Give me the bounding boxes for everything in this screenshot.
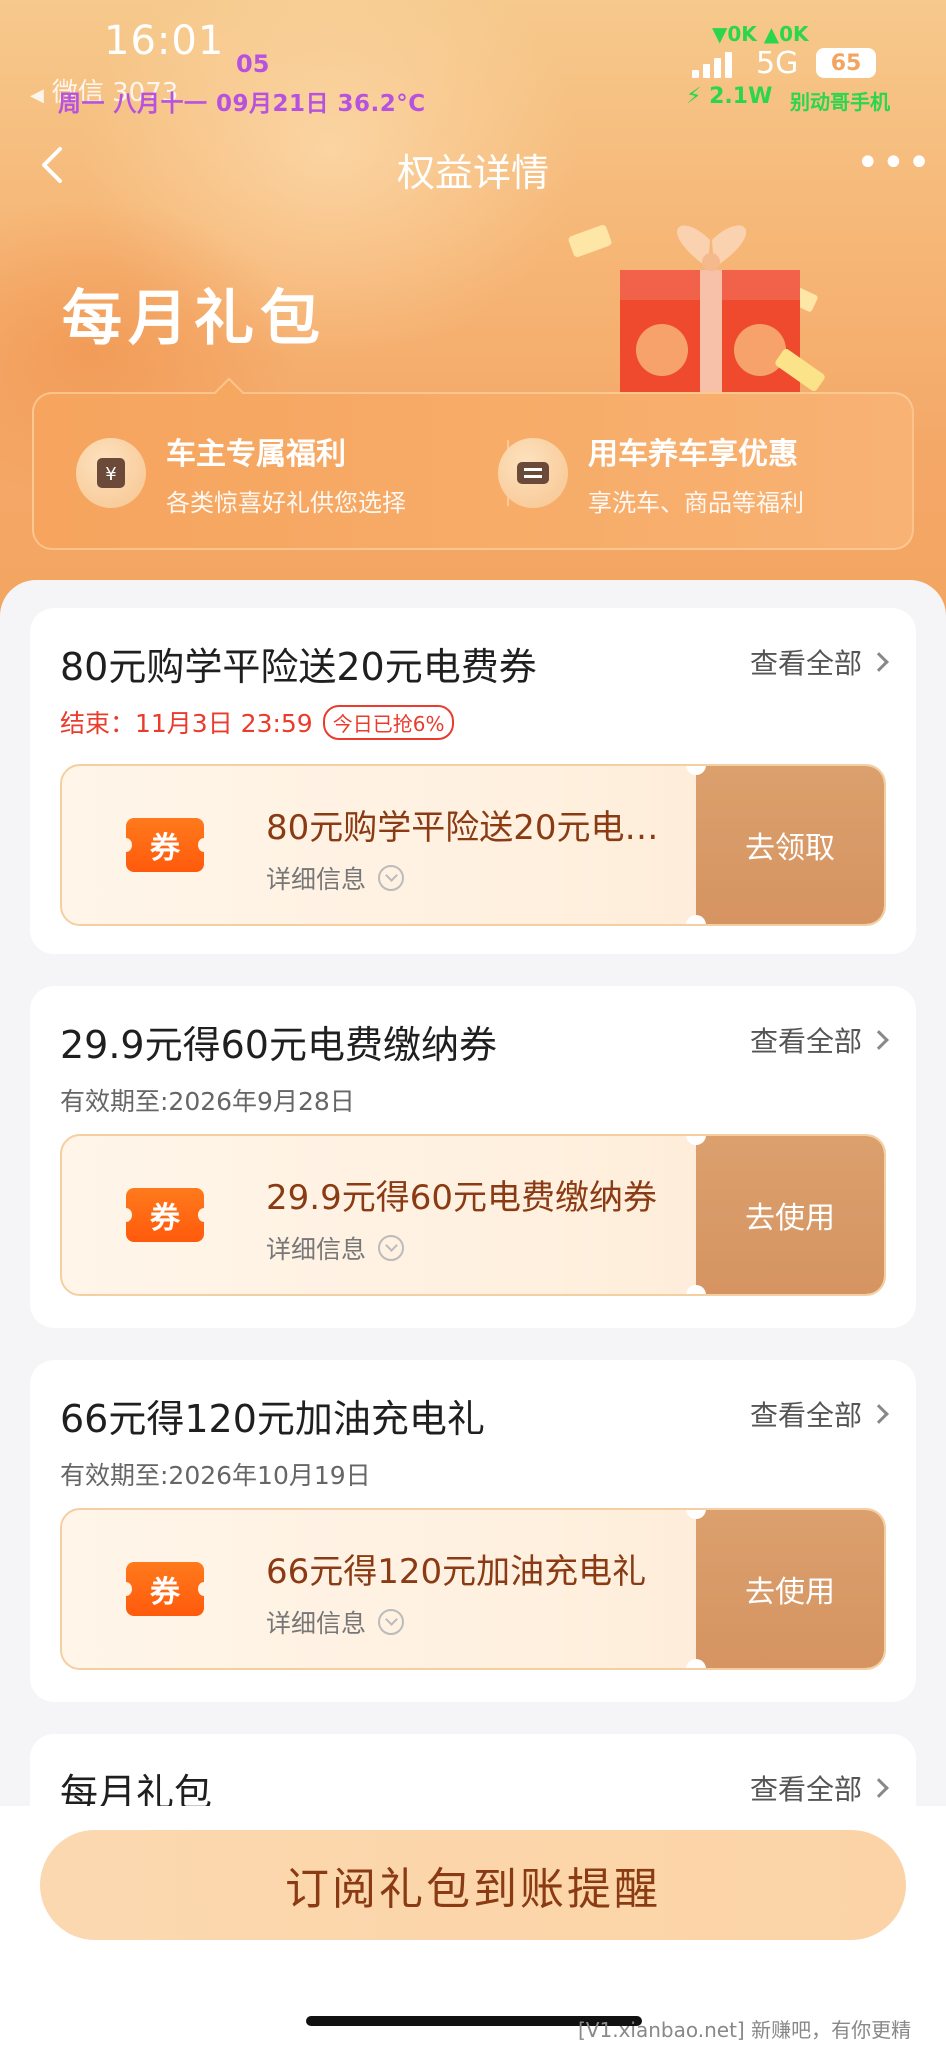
gift-box-illustration [568, 224, 825, 410]
coupon-ticket-icon: 券 [120, 1562, 210, 1616]
coupon-name: 66元得120元加油充电礼 [266, 1552, 647, 1592]
more-menu-icon[interactable]: ••• [856, 143, 933, 183]
offer-title: 80元购学平险送20元电费券 [60, 645, 537, 689]
coupon-detail-label: 详细信息 [266, 865, 367, 894]
grabbed-percent-badge: 今日已抢6% [322, 704, 455, 740]
subscribe-reminder-button[interactable]: 订阅礼包到账提醒 [40, 1830, 906, 1940]
coupon-stack-icon [498, 438, 568, 508]
chevron-right-icon [869, 1030, 889, 1050]
status-power: ⚡ 2.1W [686, 84, 773, 109]
expand-circle-icon [378, 1609, 405, 1635]
offer-deadline-text: 结束：11月3日 23:59 [60, 709, 313, 738]
benefit-title: 车主专属福利 [166, 436, 346, 472]
use-button[interactable]: 去使用 [686, 1136, 884, 1294]
use-button[interactable]: 去使用 [686, 1510, 884, 1668]
chevron-right-icon [869, 652, 889, 672]
view-all-label: 查看全部 [749, 1399, 862, 1432]
coupon-item[interactable]: 券 29.9元得60元电费缴纳券 详细信息 去使用 [60, 1134, 886, 1296]
svg-text:¥: ¥ [105, 464, 116, 485]
chevron-right-icon [869, 1404, 889, 1424]
coupon-item[interactable]: 券 66元得120元加油充电礼 详细信息 去使用 [60, 1508, 886, 1670]
offer-validity: 有效期至:2026年9月28日 [60, 1087, 355, 1116]
signal-icon [692, 50, 732, 78]
coupon-detail-toggle[interactable]: 详细信息 [266, 1230, 405, 1266]
coupon-name: 29.9元得60元电费缴纳券 [266, 1178, 657, 1218]
offer-validity: 有效期至:2026年10月19日 [60, 1461, 371, 1490]
benefit-owner-welfare: ¥ 车主专属福利 各类惊喜好礼供您选择 [76, 394, 406, 552]
hero-title: 每月礼包 [62, 284, 326, 354]
coupon-detail-toggle[interactable]: 详细信息 [266, 860, 405, 896]
benefit-title: 用车养车享优惠 [588, 436, 798, 472]
offer-card: 29.9元得60元电费缴纳券 查看全部 有效期至:2026年9月28日 券 29… [30, 986, 916, 1328]
yen-coin-icon: ¥ [76, 438, 146, 508]
status-network: 5G [756, 46, 799, 81]
offer-title: 66元得120元加油充电礼 [60, 1397, 485, 1441]
chevron-right-icon [869, 1778, 889, 1798]
coupon-item[interactable]: 券 80元购学平险送20元电费券 详细信息 去领取 [60, 764, 886, 926]
offer-card: 66元得120元加油充电礼 查看全部 有效期至:2026年10月19日 券 66… [30, 1360, 916, 1702]
coupon-ticket-icon: 券 [120, 1188, 210, 1242]
view-all-link[interactable]: 查看全部 [749, 1394, 889, 1434]
benefit-car-care: 用车养车享优惠 享洗车、商品等福利 [498, 394, 804, 552]
status-time: 16:01 [104, 18, 225, 64]
coupon-ticket-icon: 券 [120, 818, 210, 872]
view-all-link[interactable]: 查看全部 [749, 1020, 889, 1060]
view-all-label: 查看全部 [749, 647, 862, 680]
coupon-detail-label: 详细信息 [266, 1609, 367, 1638]
coupon-detail-toggle[interactable]: 详细信息 [266, 1604, 405, 1640]
coupon-name: 80元购学平险送20元电费券 [266, 808, 686, 848]
status-date-line: 周一 八月十一 09月21日 36.2°C [58, 91, 426, 117]
status-overlay-number: 05 [236, 50, 270, 78]
status-net-speed: ▼0K ▲0K [712, 22, 809, 46]
back-triangle-icon: ◀ [30, 85, 44, 106]
view-all-label: 查看全部 [749, 1773, 862, 1806]
page-title: 权益详情 [396, 151, 549, 195]
view-all-link[interactable]: 查看全部 [749, 1768, 889, 1808]
view-all-label: 查看全部 [749, 1025, 862, 1058]
coupon-detail-label: 详细信息 [266, 1235, 367, 1264]
battery-icon: 65 [816, 48, 876, 78]
expand-circle-icon [378, 1235, 405, 1261]
watermark-text: [V1.xianbao.net] 新赚吧，有你更精彩！ [578, 2018, 912, 2048]
claim-button[interactable]: 去领取 [686, 766, 884, 924]
offer-deadline: 结束：11月3日 23:59 今日已抢6% [60, 704, 455, 740]
benefit-desc: 各类惊喜好礼供您选择 [166, 488, 406, 517]
view-all-link[interactable]: 查看全部 [749, 642, 889, 682]
status-phone-label: 别动哥手机 [790, 90, 890, 114]
benefit-desc: 享洗车、商品等福利 [588, 488, 804, 517]
offer-title: 29.9元得60元电费缴纳券 [60, 1023, 497, 1067]
offer-card: 80元购学平险送20元电费券 查看全部 结束：11月3日 23:59 今日已抢6… [30, 608, 916, 954]
benefits-card: ¥ 车主专属福利 各类惊喜好礼供您选择 用车养车享优惠 享洗车、商品等福利 [32, 377, 914, 552]
expand-circle-icon [378, 865, 405, 891]
